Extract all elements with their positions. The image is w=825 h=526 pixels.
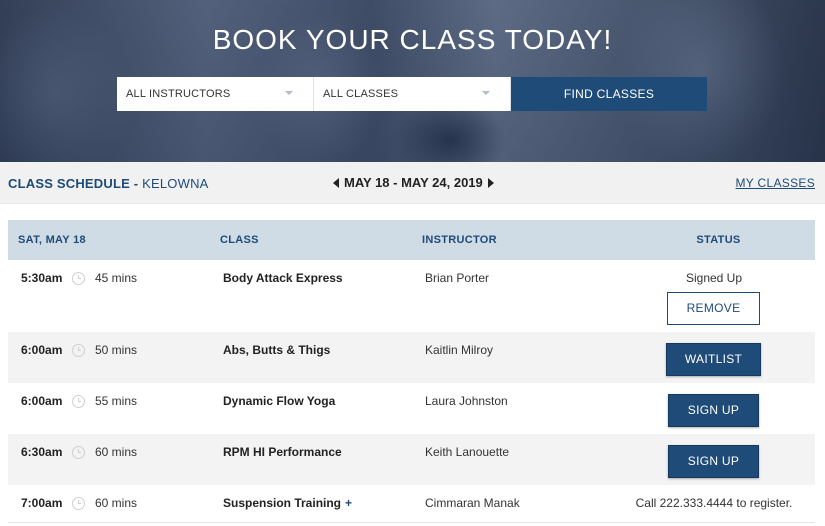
class-time: 6:00am [21,343,63,357]
table-row: 7:00am 60 mins Suspension Training + Cimm… [8,485,815,523]
schedule-bar: CLASS SCHEDULE - KELOWNA MAY 18 - MAY 24… [0,162,825,204]
table-row: 6:00am 55 mins Dynamic Flow Yoga Laura J… [8,383,815,434]
header-instructor: INSTRUCTOR [422,234,497,246]
class-duration: 60 mins [95,496,138,510]
hero-title: BOOK YOUR CLASS TODAY! [212,24,613,55]
caret-down-icon [285,91,293,95]
class-name-text: Suspension Training [223,496,342,510]
schedule-location: KELOWNA [142,176,209,191]
my-classes-link[interactable]: MY CLASSES [736,176,815,190]
class-schedule-table: SAT, MAY 18 CLASS INSTRUCTOR STATUS 5:30… [8,220,815,523]
header-date: SAT, MAY 18 [18,234,86,246]
header-class: CLASS [220,234,259,246]
class-select[interactable]: ALL CLASSES [314,77,511,111]
sign-up-button[interactable]: SIGN UP [668,445,759,478]
clock-icon [72,344,85,357]
class-duration: 60 mins [95,445,138,459]
schedule-title-label: CLASS SCHEDULE [8,176,130,191]
filter-bar: ALL INSTRUCTORS ALL CLASSES FIND CLASSES [117,77,707,111]
class-name: Abs, Butts & Thigs [223,343,331,357]
clock-icon [72,497,85,510]
clock-icon [72,272,85,285]
table-row: 5:30am 45 mins Body Attack Express Brian… [8,260,815,332]
instructor-select[interactable]: ALL INSTRUCTORS [117,77,314,111]
class-name: Dynamic Flow Yoga [223,394,336,408]
class-name: Suspension Training + [223,496,352,510]
class-instructor: Keith Lanouette [425,445,510,459]
table-row: 6:30am 60 mins RPM HI Performance Keith … [8,434,815,485]
class-select-value: ALL CLASSES [323,88,399,100]
class-duration: 50 mins [95,343,138,357]
remove-button[interactable]: REMOVE [667,292,760,325]
class-instructor: Laura Johnston [425,394,508,408]
class-time: 5:30am [21,271,63,285]
date-range-nav: MAY 18 - MAY 24, 2019 [333,175,494,190]
header-status: STATUS [696,234,741,246]
plus-icon[interactable]: + [345,496,352,510]
class-time: 7:00am [21,496,63,510]
class-name: Body Attack Express [223,271,343,285]
arrow-right-icon[interactable] [487,177,494,188]
table-row: 6:00am 50 mins Abs, Butts & Thigs Kaitli… [8,332,815,383]
status-text: Call 222.333.4444 to register. [635,496,793,510]
find-classes-button[interactable]: FIND CLASSES [511,77,707,111]
class-duration: 45 mins [95,271,138,285]
clock-icon [72,446,85,459]
sign-up-button[interactable]: SIGN UP [668,394,759,427]
hero-banner: BOOK YOUR CLASS TODAY! ALL INSTRUCTORS A… [0,0,825,162]
status-text: Signed Up [685,271,743,285]
schedule-title: CLASS SCHEDULE - KELOWNA [8,176,209,191]
class-instructor: Brian Porter [425,271,490,285]
class-instructor: Cimmaran Manak [425,496,520,510]
class-instructor: Kaitlin Milroy [425,343,494,357]
instructor-select-value: ALL INSTRUCTORS [126,88,231,100]
date-range-label: MAY 18 - MAY 24, 2019 [344,175,483,190]
class-time: 6:00am [21,394,63,408]
class-time: 6:30am [21,445,63,459]
arrow-left-icon[interactable] [333,177,339,188]
clock-icon [72,395,85,408]
schedule-title-separator: - [129,176,143,191]
table-header: SAT, MAY 18 CLASS INSTRUCTOR STATUS [8,220,815,260]
class-duration: 55 mins [95,394,138,408]
caret-down-icon [482,91,490,95]
class-name: RPM HI Performance [223,445,342,459]
waitlist-button[interactable]: WAITLIST [666,343,761,376]
